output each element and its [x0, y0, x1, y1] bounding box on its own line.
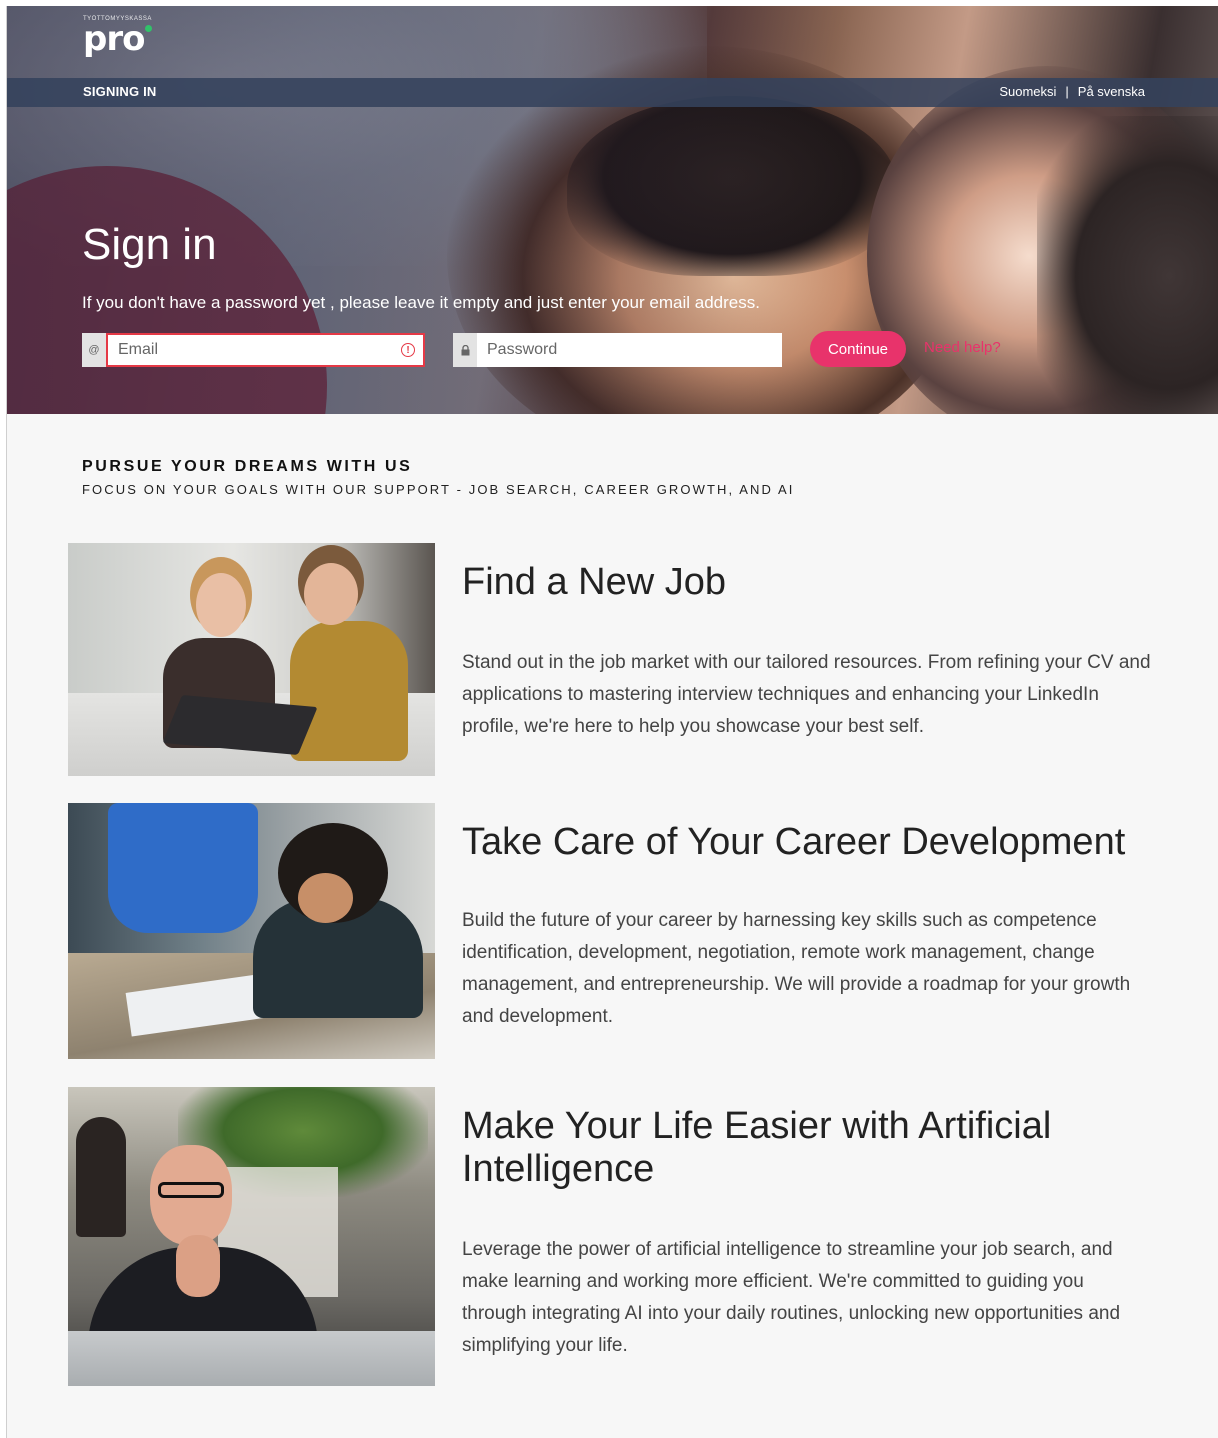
brand-logo[interactable]: TYÖTTÖMYYSKASSA pro [83, 16, 153, 59]
feature-description: Stand out in the job market with our tai… [462, 652, 1151, 737]
feature-title: Make Your Life Easier with Artificial In… [462, 1105, 1052, 1190]
language-separator: | [1065, 84, 1069, 99]
section-header: PURSUE YOUR DREAMS WITH US FOCUS ON YOUR… [82, 458, 794, 497]
photo-monitor [68, 1331, 435, 1386]
password-field [453, 333, 782, 367]
photo-face [298, 873, 353, 923]
email-input-wrapper: ! [106, 333, 425, 367]
need-help-link[interactable]: Need help? [924, 339, 1001, 356]
feature-description: Build the future of your career by harne… [462, 910, 1131, 1027]
photo-person-right [290, 621, 408, 761]
alert-circle-icon: ! [401, 343, 415, 357]
photo-head-right [304, 563, 358, 625]
email-input[interactable] [108, 333, 401, 367]
email-field: @ ! [82, 333, 425, 367]
page: TYÖTTÖMYYSKASSA pro SIGNING IN Suomeksi |… [6, 6, 1218, 1438]
lock-icon [453, 333, 477, 367]
language-link-finnish[interactable]: Suomeksi [999, 84, 1056, 99]
signin-instructions: If you don't have a password yet , pleas… [82, 293, 760, 312]
feature-image-ai [68, 1087, 435, 1386]
continue-button[interactable]: Continue [810, 331, 906, 367]
top-bar: TYÖTTÖMYYSKASSA pro [7, 6, 1218, 78]
feature-card-ai: Make Your Life Easier with Artificial In… [68, 1087, 1188, 1386]
at-icon: @ [82, 333, 106, 367]
section-subheading: FOCUS ON YOUR GOALS WITH OUR SUPPORT - J… [82, 482, 795, 497]
photo-hand [176, 1235, 220, 1297]
language-link-swedish[interactable]: På svenska [1078, 84, 1145, 99]
feature-image-career [68, 803, 435, 1059]
photo-head-left [196, 573, 246, 637]
photo-person-blue-shirt [108, 803, 258, 933]
signin-title: Sign in [82, 220, 217, 269]
logo-tagline: TYÖTTÖMYYSKASSA [83, 16, 152, 22]
feature-card-career: Take Care of Your Career Development Bui… [68, 803, 1188, 1059]
photo-glasses [158, 1182, 224, 1198]
feature-title: Find a New Job [462, 561, 727, 603]
page-breadcrumb: SIGNING IN [83, 84, 157, 99]
language-switcher: Suomeksi | På svenska [999, 84, 1145, 99]
navbar: SIGNING IN Suomeksi | På svenska [7, 78, 1218, 107]
feature-title: Take Care of Your Career Development [462, 821, 1126, 863]
logo-dot-icon [145, 25, 153, 32]
section-heading: PURSUE YOUR DREAMS WITH US [82, 458, 413, 475]
logo-wordmark: pro [83, 19, 145, 59]
photo-background-person [76, 1117, 126, 1237]
feature-image-job [68, 543, 435, 776]
hero-banner: TYÖTTÖMYYSKASSA pro SIGNING IN Suomeksi |… [7, 6, 1218, 414]
feature-description: Leverage the power of artificial intelli… [462, 1239, 1121, 1356]
password-input[interactable] [477, 333, 782, 367]
feature-card-find-job: Find a New Job Stand out in the job mark… [68, 543, 1188, 776]
